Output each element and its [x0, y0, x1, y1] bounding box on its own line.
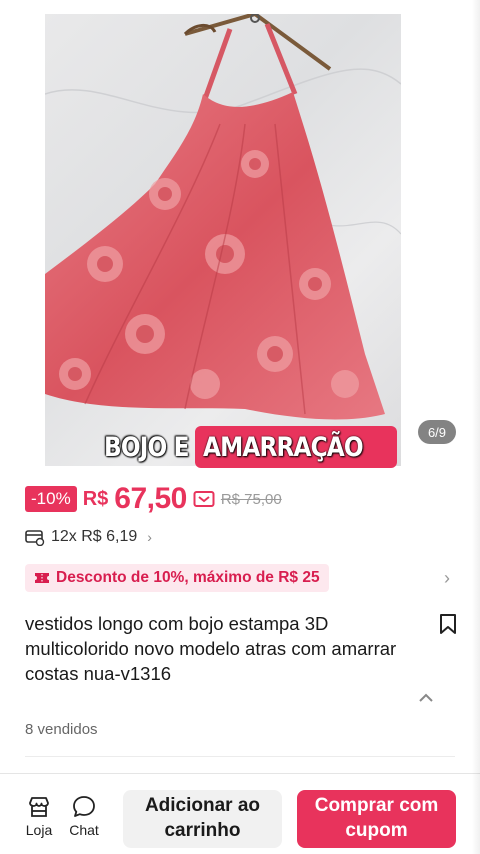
current-price: 67,50 [114, 482, 187, 515]
bookmark-icon[interactable] [438, 613, 458, 635]
bottom-action-bar: Loja Chat Adicionar ao carrinho Comprar … [0, 774, 480, 854]
chevron-up-icon[interactable] [416, 688, 436, 708]
buy-with-coupon-button[interactable]: Comprar com cupom [297, 790, 456, 848]
price-currency: R$ [82, 487, 109, 510]
chat-label: Chat [69, 822, 99, 838]
caption-text-2: AMARRAÇÃO [203, 431, 364, 463]
edge-shadow [472, 0, 480, 854]
dress-image [45, 14, 401, 420]
buy-line2: cupom [345, 820, 408, 841]
ticket-icon [35, 573, 49, 583]
sold-count: 8 vendidos [25, 721, 98, 738]
coupon-ticket-icon [193, 491, 215, 507]
video-caption: BOJO E AMARRAÇÃO [104, 425, 397, 469]
promo-chevron-icon[interactable]: › [444, 566, 460, 590]
image-counter: 6/9 [418, 420, 456, 444]
store-icon [29, 797, 49, 817]
installments-text: 12x R$ 6,19 [51, 528, 138, 545]
add-to-cart-line2: carrinho [164, 820, 241, 841]
product-gallery[interactable]: BOJO E AMARRAÇÃO 6/9 [0, 0, 480, 469]
credit-card-icon [25, 530, 45, 546]
store-button[interactable]: Loja [19, 794, 59, 838]
discount-badge: -10% [25, 486, 77, 512]
promo-text: Desconto de 10%, máximo de R$ 25 [56, 569, 320, 586]
buy-line1: Comprar com [314, 795, 439, 816]
chat-button[interactable]: Chat [64, 794, 104, 838]
product-photo[interactable] [45, 14, 401, 466]
caption-text-1: BOJO E [104, 431, 189, 463]
installments-row[interactable]: 12x R$ 6,19 › [25, 526, 152, 548]
divider [25, 756, 455, 757]
promo-banner[interactable]: Desconto de 10%, máximo de R$ 25 [25, 564, 329, 592]
add-to-cart-line1: Adicionar ao [144, 795, 261, 816]
product-title: vestidos longo com bojo estampa 3D multi… [25, 613, 397, 684]
chat-bubble-icon [73, 796, 95, 817]
product-page: BOJO E AMARRAÇÃO 6/9 -10% R$ 67,50 R$ 75… [0, 0, 480, 854]
price-row: -10% R$ 67,50 R$ 75,00 [25, 482, 282, 516]
chevron-right-icon: › [147, 529, 152, 545]
store-label: Loja [25, 822, 53, 838]
add-to-cart-button[interactable]: Adicionar ao carrinho [123, 790, 282, 848]
caption-highlight: AMARRAÇÃO [195, 426, 397, 468]
original-price: R$ 75,00 [220, 490, 282, 508]
